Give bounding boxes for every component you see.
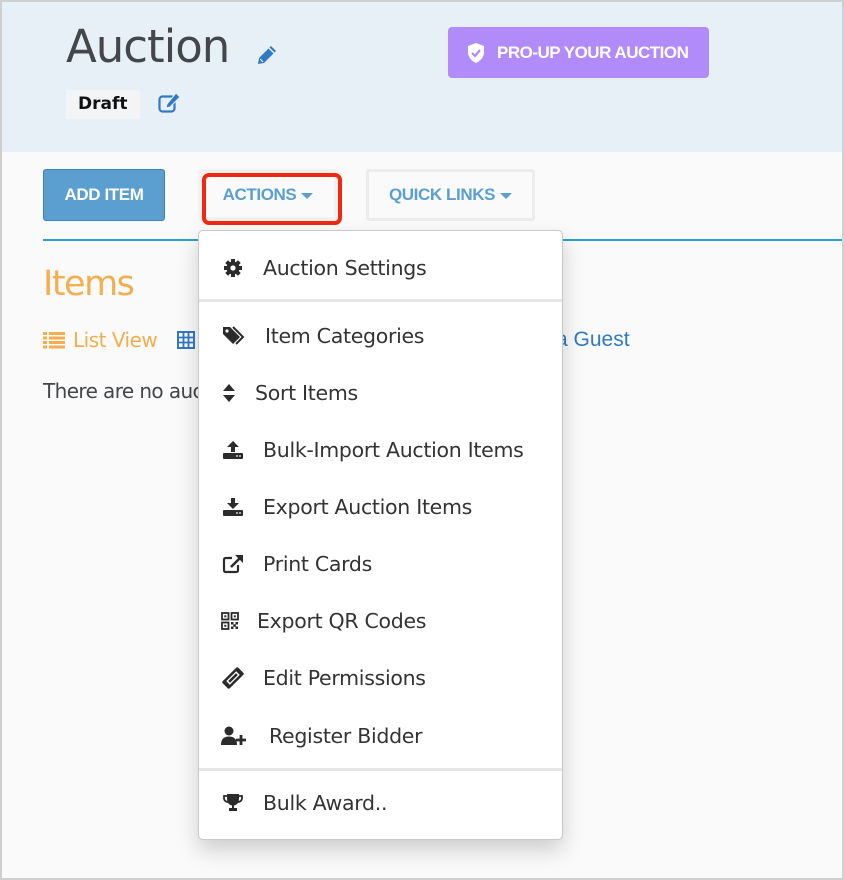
menu-item-label: Edit Permissions (263, 666, 426, 690)
list-view-link[interactable]: List View (43, 328, 158, 352)
edit-status-icon[interactable] (158, 92, 181, 114)
table-icon (177, 331, 196, 349)
user-plus-icon (221, 724, 247, 748)
list-view-label: List View (73, 328, 158, 352)
trophy-icon (221, 791, 245, 815)
actions-label: ACTIONS (222, 185, 297, 204)
gear-icon (221, 256, 245, 280)
list-icon (43, 331, 65, 349)
menu-item-print-cards[interactable]: Print Cards (199, 544, 562, 584)
empty-items-message: There are no auc (43, 379, 204, 403)
add-item-label: ADD ITEM (64, 185, 144, 204)
items-heading: Items (43, 264, 135, 304)
guest-link[interactable]: a Guest (556, 325, 630, 355)
menu-item-label: Print Cards (263, 552, 373, 576)
menu-item-label: Export Auction Items (263, 495, 473, 519)
sort-icon (221, 381, 237, 405)
status-badge: Draft (66, 90, 140, 119)
pencil-icon[interactable] (256, 44, 278, 66)
menu-item-bulk-award[interactable]: Bulk Award.. (199, 783, 562, 823)
menu-divider (199, 768, 562, 771)
menu-divider (199, 299, 562, 302)
quick-links-button[interactable]: QUICK LINKS (366, 169, 535, 221)
page-frame: Auction Draft PRO-UP YOUR AUCTION ADD IT… (0, 0, 844, 880)
actions-dropdown-menu: Auction Settings Item Categories Sort It… (198, 230, 563, 840)
quick-links-label: QUICK LINKS (388, 185, 496, 204)
menu-item-edit-permissions[interactable]: Edit Permissions (199, 658, 562, 698)
upload-icon (221, 438, 245, 462)
auction-header: Auction Draft PRO-UP YOUR AUCTION (2, 2, 842, 152)
external-link-icon (221, 552, 245, 576)
qrcode-icon (221, 609, 239, 633)
grid-view-link[interactable] (177, 331, 196, 349)
actions-button[interactable]: ACTIONS (198, 169, 338, 221)
caret-down-icon (500, 193, 513, 199)
menu-item-label: Auction Settings (263, 256, 427, 280)
menu-item-export-auction-items[interactable]: Export Auction Items (199, 487, 562, 527)
caret-down-icon (301, 193, 314, 199)
download-icon (221, 495, 245, 519)
menu-item-export-qr-codes[interactable]: Export QR Codes (199, 601, 562, 641)
menu-item-label: Export QR Codes (257, 609, 427, 633)
menu-item-label: Sort Items (255, 381, 358, 405)
menu-item-sort-items[interactable]: Sort Items (199, 373, 562, 413)
pro-up-label: PRO-UP YOUR AUCTION (497, 42, 689, 62)
shield-check-icon (467, 42, 485, 64)
menu-item-register-bidder[interactable]: Register Bidder (199, 716, 562, 756)
menu-item-label: Register Bidder (269, 724, 423, 748)
pro-up-button[interactable]: PRO-UP YOUR AUCTION (448, 27, 709, 78)
page-title: Auction (66, 20, 230, 73)
menu-item-label: Item Categories (265, 324, 425, 348)
menu-item-auction-settings[interactable]: Auction Settings (199, 248, 562, 288)
menu-item-label: Bulk Award.. (263, 791, 388, 815)
view-toggle: List View (43, 325, 196, 355)
menu-item-bulk-import[interactable]: Bulk-Import Auction Items (199, 430, 562, 470)
add-item-button[interactable]: ADD ITEM (43, 169, 165, 221)
ticket-icon (221, 666, 245, 690)
menu-item-item-categories[interactable]: Item Categories (199, 316, 562, 356)
menu-item-label: Bulk-Import Auction Items (263, 438, 524, 462)
tags-icon (221, 324, 249, 348)
